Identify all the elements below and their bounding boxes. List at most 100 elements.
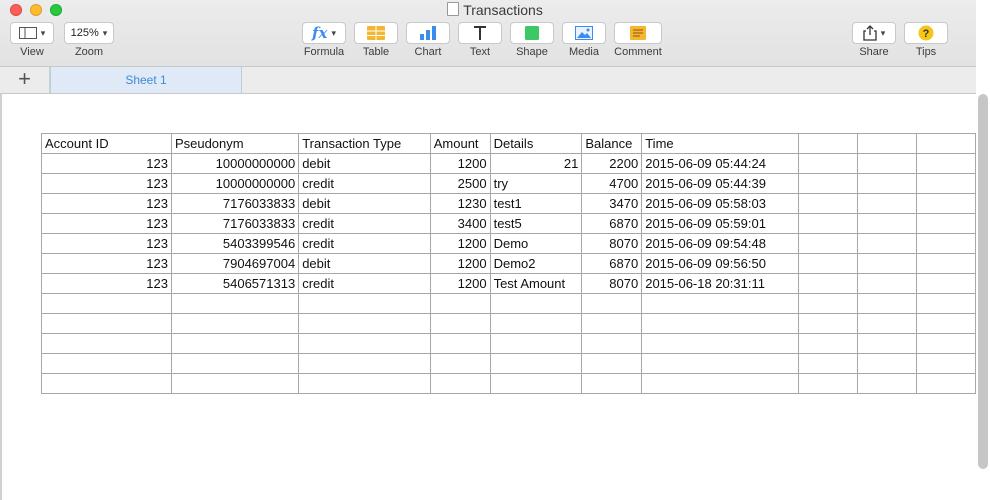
table-cell[interactable]: Test Amount	[489, 273, 583, 294]
table-cell[interactable]	[429, 373, 491, 394]
table-cell[interactable]	[641, 313, 799, 334]
table-cell[interactable]	[581, 313, 643, 334]
table-cell[interactable]	[429, 293, 491, 314]
table-cell[interactable]: 123	[41, 213, 172, 234]
table-cell[interactable]	[641, 353, 799, 374]
table-cell[interactable]: try	[489, 173, 583, 194]
table-cell[interactable]: 123	[41, 253, 172, 274]
table-cell[interactable]	[41, 293, 172, 314]
table-cell[interactable]	[581, 293, 643, 314]
column-header-cell[interactable]	[915, 133, 976, 154]
table-cell[interactable]	[489, 293, 583, 314]
table-cell[interactable]	[489, 313, 583, 334]
table-cell[interactable]	[797, 353, 858, 374]
table-cell[interactable]: 2015-06-09 05:59:01	[641, 213, 799, 234]
table-cell[interactable]: debit	[298, 193, 431, 214]
table-cell[interactable]	[856, 193, 917, 214]
table-cell[interactable]: 1200	[429, 233, 491, 254]
table-cell[interactable]: debit	[298, 253, 431, 274]
table-cell[interactable]: 7176033833	[170, 193, 300, 214]
table-cell[interactable]	[581, 373, 643, 394]
table-cell[interactable]: 2015-06-09 09:56:50	[641, 253, 799, 274]
table-cell[interactable]	[915, 293, 976, 314]
table-cell[interactable]: credit	[298, 233, 431, 254]
table-cell[interactable]: 2015-06-09 05:58:03	[641, 193, 799, 214]
table-cell[interactable]	[170, 293, 300, 314]
table-cell[interactable]: 7904697004	[170, 253, 300, 274]
table-cell[interactable]: credit	[298, 213, 431, 234]
table-cell[interactable]	[797, 333, 858, 354]
table-cell[interactable]: 2015-06-09 05:44:39	[641, 173, 799, 194]
table-cell[interactable]: credit	[298, 173, 431, 194]
table-cell[interactable]: 3470	[581, 193, 643, 214]
table-cell[interactable]	[581, 333, 643, 354]
table-cell[interactable]	[915, 153, 976, 174]
table-button[interactable]	[354, 22, 398, 44]
table-cell[interactable]: 1200	[429, 273, 491, 294]
column-header-cell[interactable]	[856, 133, 917, 154]
table-cell[interactable]: 4700	[581, 173, 643, 194]
share-button[interactable]: ▾	[852, 22, 896, 44]
table-cell[interactable]	[298, 333, 431, 354]
table-cell[interactable]: 8070	[581, 233, 643, 254]
table-cell[interactable]	[915, 333, 976, 354]
table-cell[interactable]	[856, 293, 917, 314]
table-cell[interactable]	[581, 353, 643, 374]
table-cell[interactable]: 2015-06-09 09:54:48	[641, 233, 799, 254]
table-cell[interactable]: debit	[298, 153, 431, 174]
table-cell[interactable]	[856, 233, 917, 254]
table-cell[interactable]	[797, 313, 858, 334]
add-sheet-button[interactable]: +	[0, 67, 50, 93]
table-cell[interactable]	[797, 253, 858, 274]
table-cell[interactable]	[915, 173, 976, 194]
table-cell[interactable]	[856, 173, 917, 194]
table-cell[interactable]: 8070	[581, 273, 643, 294]
table-cell[interactable]: 7176033833	[170, 213, 300, 234]
table-cell[interactable]	[298, 373, 431, 394]
table-cell[interactable]	[170, 313, 300, 334]
column-header-cell[interactable]: Details	[489, 133, 583, 154]
table-cell[interactable]	[915, 193, 976, 214]
table-cell[interactable]	[170, 373, 300, 394]
table-cell[interactable]	[915, 373, 976, 394]
table-cell[interactable]: 1200	[429, 253, 491, 274]
table-cell[interactable]	[915, 213, 976, 234]
table-cell[interactable]	[915, 253, 976, 274]
table-cell[interactable]	[915, 353, 976, 374]
column-header-cell[interactable]: Transaction Type	[298, 133, 431, 154]
table-cell[interactable]	[298, 353, 431, 374]
media-button[interactable]	[562, 22, 606, 44]
column-header-cell[interactable]: Time	[641, 133, 799, 154]
table-cell[interactable]	[641, 373, 799, 394]
text-button[interactable]	[458, 22, 502, 44]
table-cell[interactable]	[41, 353, 172, 374]
table-cell[interactable]	[797, 273, 858, 294]
table-cell[interactable]: 123	[41, 153, 172, 174]
table-cell[interactable]: 123	[41, 193, 172, 214]
table-cell[interactable]: Demo2	[489, 253, 583, 274]
table-cell[interactable]	[489, 373, 583, 394]
table-cell[interactable]	[797, 233, 858, 254]
comment-button[interactable]	[614, 22, 662, 44]
table-cell[interactable]: 21	[489, 153, 583, 174]
view-button[interactable]: ▾	[10, 22, 54, 44]
table-cell[interactable]	[429, 313, 491, 334]
shape-button[interactable]	[510, 22, 554, 44]
table-cell[interactable]: 5406571313	[170, 273, 300, 294]
table-cell[interactable]: 10000000000	[170, 153, 300, 174]
table-cell[interactable]: 123	[41, 233, 172, 254]
table-cell[interactable]: credit	[298, 273, 431, 294]
table-cell[interactable]	[641, 333, 799, 354]
table-cell[interactable]	[856, 373, 917, 394]
table-cell[interactable]	[298, 293, 431, 314]
table-cell[interactable]: 1200	[429, 153, 491, 174]
table-cell[interactable]	[41, 313, 172, 334]
table-cell[interactable]: 10000000000	[170, 173, 300, 194]
table-cell[interactable]	[856, 313, 917, 334]
column-header-cell[interactable]	[797, 133, 858, 154]
table-cell[interactable]: test5	[489, 213, 583, 234]
table-cell[interactable]: 2500	[429, 173, 491, 194]
table-cell[interactable]: 2015-06-09 05:44:24	[641, 153, 799, 174]
table-cell[interactable]	[429, 353, 491, 374]
table-cell[interactable]	[429, 333, 491, 354]
